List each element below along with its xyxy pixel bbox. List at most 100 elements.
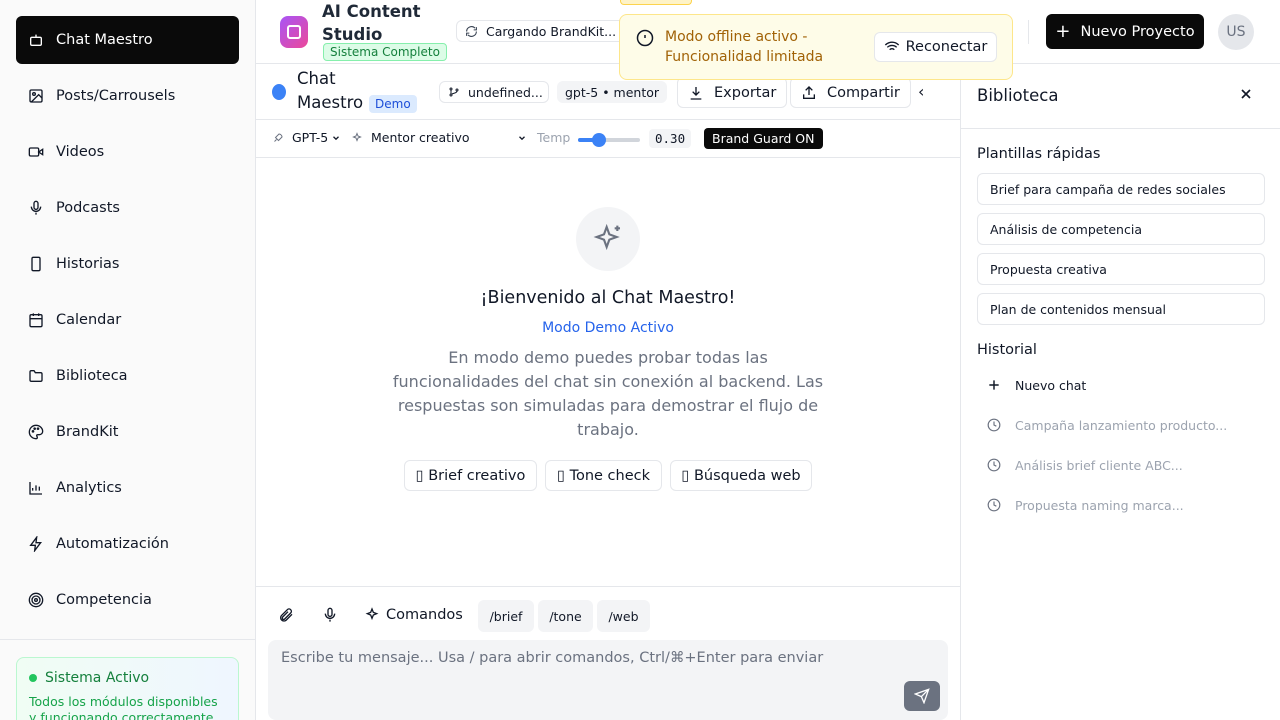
quick-action-tone[interactable]: ▯ Tone check — [545, 460, 662, 491]
reconnect-button[interactable]: Reconectar — [874, 32, 997, 62]
sidebar-item-label: Calendar — [56, 312, 122, 328]
sidebar-item-label: Biblioteca — [56, 368, 128, 384]
model-select[interactable]: GPT-5 — [272, 130, 341, 145]
chevron-down-icon — [331, 133, 341, 143]
new-project-label: Nuevo Proyecto — [1080, 23, 1195, 40]
chat-title: Chat Maestro — [297, 69, 364, 112]
branch-selector[interactable]: undefined... — [439, 81, 549, 103]
wifi-icon — [884, 39, 900, 55]
quick-action-web[interactable]: ▯ Búsqueda web — [670, 460, 812, 491]
template-item[interactable]: Plan de contenidos mensual — [977, 293, 1265, 325]
close-icon[interactable] — [1238, 86, 1254, 102]
status-title: Sistema Activo — [29, 670, 226, 686]
sidebar-item-podcasts[interactable]: Podcasts — [16, 184, 239, 232]
video-icon — [28, 144, 44, 160]
calendar-icon — [28, 312, 44, 328]
history-label: Campaña lanzamiento producto... — [1015, 417, 1228, 433]
sidebar-item-label: Competencia — [56, 592, 152, 608]
sidebar-item-historias[interactable]: Historias — [16, 240, 239, 288]
new-project-button[interactable]: + Nuevo Proyecto — [1046, 14, 1204, 49]
download-icon — [688, 85, 704, 101]
phone-icon — [28, 256, 44, 272]
sidebar-item-posts[interactable]: Posts/Carrousels — [16, 72, 239, 120]
template-item[interactable]: Análisis de competencia — [977, 213, 1265, 245]
template-item[interactable]: Propuesta creativa — [977, 253, 1265, 285]
offline-message: Modo offline activo - Funcionalidad limi… — [665, 29, 824, 65]
sparkles-icon — [351, 131, 363, 144]
sidebar-item-label: Posts/Carrousels — [56, 88, 176, 104]
sidebar-item-competencia[interactable]: Competencia — [16, 576, 239, 624]
clock-icon — [987, 458, 1001, 472]
system-status-card: Sistema Activo Todos los módulos disponi… — [16, 657, 239, 720]
paperclip-icon[interactable] — [278, 607, 294, 623]
history-item[interactable]: Campaña lanzamiento producto... — [977, 409, 1265, 441]
app-title: AI Content Studio — [322, 2, 421, 44]
brand-guard-badge[interactable]: Brand Guard ON — [704, 128, 823, 149]
slash-command-tone[interactable]: /tone — [538, 600, 593, 632]
welcome-title: ¡Bienvenido al Chat Maestro! — [480, 288, 736, 308]
folder-icon — [28, 368, 44, 384]
sidebar-item-label: Chat Maestro — [56, 32, 153, 48]
sidebar: Chat Maestro Posts/Carrousels Videos Pod… — [0, 0, 256, 720]
reconnect-label: Reconectar — [905, 39, 988, 55]
chevron-down-icon — [517, 133, 527, 143]
history-label: Propuesta naming marca... — [1015, 497, 1184, 513]
demo-badge: Demo — [369, 95, 417, 113]
send-icon — [914, 688, 930, 704]
temperature-thumb[interactable] — [591, 133, 606, 147]
sidebar-item-label: BrandKit — [56, 424, 119, 440]
git-branch-icon — [448, 86, 460, 98]
new-chat-button[interactable]: Nuevo chat — [977, 369, 1265, 401]
temperature-slider[interactable] — [578, 133, 640, 147]
alert-circle-icon — [636, 29, 654, 51]
send-button[interactable] — [904, 681, 940, 711]
rocket-icon — [272, 132, 284, 144]
collapse-panel-button[interactable]: ‹ — [918, 82, 924, 101]
sidebar-item-brandkit[interactable]: BrandKit — [16, 408, 239, 456]
share-button[interactable]: Compartir — [790, 77, 911, 108]
sidebar-item-biblioteca[interactable]: Biblioteca — [16, 352, 239, 400]
commands-label: Comandos — [386, 607, 463, 623]
plus-icon — [987, 378, 1001, 392]
message-input[interactable]: Escribe tu mensaje... Usa / para abrir c… — [268, 640, 948, 720]
zap-icon — [28, 536, 44, 552]
clock-icon — [987, 498, 1001, 512]
model-value: GPT-5 — [292, 130, 329, 145]
history-item[interactable]: Análisis brief cliente ABC... — [977, 449, 1265, 481]
model-persona-pill: gpt-5 • mentor — [557, 81, 668, 103]
history-item[interactable]: Propuesta naming marca... — [977, 489, 1265, 521]
slash-command-web[interactable]: /web — [597, 600, 650, 632]
chat-settings-row: GPT-5 Mentor creativo Temp 0.30 Brand Gu… — [256, 120, 960, 158]
export-button[interactable]: Exportar — [677, 77, 788, 108]
sidebar-item-calendar[interactable]: Calendar — [16, 296, 239, 344]
persona-select[interactable]: Mentor creativo — [351, 130, 527, 145]
mic-icon — [28, 200, 44, 216]
mic-icon[interactable] — [322, 607, 338, 623]
chart-icon — [28, 480, 44, 496]
sparkles-icon — [576, 207, 640, 271]
template-item[interactable]: Brief para campaña de redes sociales — [977, 173, 1265, 205]
refresh-icon — [465, 25, 478, 38]
user-avatar[interactable]: US — [1218, 14, 1254, 50]
sidebar-item-label: Analytics — [56, 480, 122, 496]
brandkit-status-text: Cargando BrandKit... — [486, 23, 617, 39]
share-icon — [801, 85, 817, 101]
sidebar-item-videos[interactable]: Videos — [16, 128, 239, 176]
sidebar-item-analytics[interactable]: Analytics — [16, 464, 239, 512]
slash-command-brief[interactable]: /brief — [478, 600, 534, 632]
commands-button[interactable]: Comandos — [364, 607, 463, 623]
bot-icon — [28, 32, 44, 48]
sidebar-item-label: Podcasts — [56, 200, 120, 216]
sidebar-item-automatizacion[interactable]: Automatización — [16, 520, 239, 568]
sidebar-item-label: Videos — [56, 144, 105, 160]
sparkles-icon — [364, 607, 380, 623]
sidebar-item-chat-maestro[interactable]: Chat Maestro — [16, 16, 239, 64]
image-icon — [28, 88, 44, 104]
welcome-subtitle: Modo Demo Activo — [542, 320, 674, 336]
persona-value: Mentor creativo — [371, 130, 470, 145]
sidebar-divider — [0, 639, 256, 640]
quick-action-brief[interactable]: ▯ Brief creativo — [404, 460, 537, 491]
panel-title: Biblioteca — [977, 86, 1059, 105]
branch-label: undefined... — [468, 84, 543, 100]
welcome-description: En modo demo puedes probar todas las fun… — [392, 348, 824, 439]
